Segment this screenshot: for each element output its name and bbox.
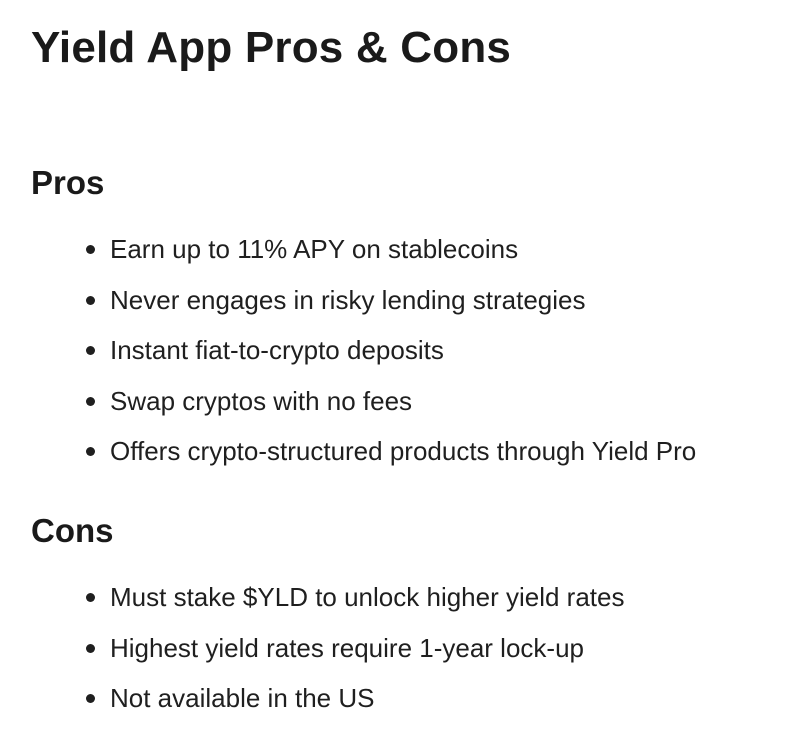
cons-list-item: Must stake $YLD to unlock higher yield r… bbox=[0, 579, 624, 630]
pros-item-text: Offers crypto-structured products throug… bbox=[110, 436, 697, 466]
page-title: Yield App Pros & Cons bbox=[31, 23, 512, 72]
cons-heading: Cons bbox=[31, 512, 114, 549]
pros-list-item: Offers crypto-structured products throug… bbox=[0, 433, 696, 484]
pros-list-item: Earn up to 11% APY on stablecoins bbox=[0, 231, 696, 282]
pros-heading: Pros bbox=[31, 164, 105, 201]
bullet-icon bbox=[86, 643, 95, 653]
pros-list: Earn up to 11% APY on stablecoins Never … bbox=[0, 231, 696, 484]
bullet-icon bbox=[86, 245, 95, 254]
cons-item-text: Must stake $YLD to unlock higher yield r… bbox=[110, 582, 625, 612]
bullet-icon bbox=[86, 593, 95, 602]
pros-item-text: Never engages in risky lending strategie… bbox=[110, 284, 586, 315]
bullet-icon bbox=[86, 396, 95, 406]
pros-list-item: Never engages in risky lending strategie… bbox=[0, 282, 696, 333]
pros-list-item: Instant fiat-to-crypto deposits bbox=[0, 332, 696, 383]
article-content: Yield App Pros & Cons Pros Earn up to 11… bbox=[0, 0, 800, 748]
pros-item-text: Swap cryptos with no fees bbox=[110, 385, 413, 416]
bullet-icon bbox=[86, 447, 95, 456]
pros-item-text: Earn up to 11% APY on stablecoins bbox=[110, 234, 519, 264]
bullet-icon bbox=[86, 295, 95, 305]
pros-list-item: Swap cryptos with no fees bbox=[0, 383, 696, 434]
cons-item-text: Not available in the US bbox=[110, 683, 375, 713]
cons-list-item: Not available in the US bbox=[0, 680, 624, 731]
cons-item-text: Highest yield rates require 1-year lock-… bbox=[110, 632, 584, 663]
bullet-icon bbox=[86, 346, 95, 355]
bullet-icon bbox=[86, 694, 95, 703]
cons-list-item: Highest yield rates require 1-year lock-… bbox=[0, 630, 624, 681]
pros-item-text: Instant fiat-to-crypto deposits bbox=[110, 335, 444, 365]
cons-list: Must stake $YLD to unlock higher yield r… bbox=[0, 579, 624, 731]
